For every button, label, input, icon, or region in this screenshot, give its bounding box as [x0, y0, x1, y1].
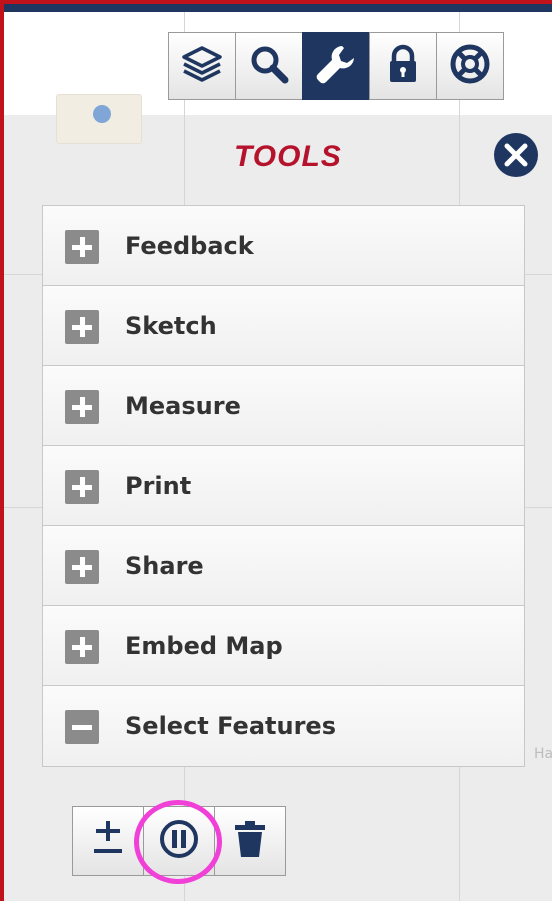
select-features-toolbar	[72, 806, 286, 876]
tool-item-label: Measure	[125, 392, 241, 420]
pause-icon	[157, 817, 201, 865]
expand-plus-icon[interactable]	[65, 390, 99, 424]
lifebuoy-icon	[448, 42, 492, 90]
tool-item-select-features[interactable]: Select Features	[43, 686, 524, 766]
close-icon	[491, 132, 541, 182]
plus-minus-icon	[86, 817, 130, 865]
main-toolbar	[168, 32, 504, 102]
search-icon	[247, 42, 291, 90]
lock-button[interactable]	[369, 32, 437, 100]
clear-selection-button[interactable]	[214, 806, 286, 876]
help-button[interactable]	[436, 32, 504, 100]
expand-plus-icon[interactable]	[65, 230, 99, 264]
tool-item-sketch[interactable]: Sketch	[43, 286, 524, 366]
tool-item-label: Select Features	[125, 712, 336, 740]
lock-icon	[381, 42, 425, 90]
tool-item-print[interactable]: Print	[43, 446, 524, 526]
expand-plus-icon[interactable]	[65, 550, 99, 584]
map-marker[interactable]	[56, 94, 142, 144]
top-bar	[4, 4, 552, 12]
tool-item-label: Sketch	[125, 312, 217, 340]
add-remove-selection-button[interactable]	[72, 806, 144, 876]
trash-icon	[228, 817, 272, 865]
tool-item-label: Embed Map	[125, 632, 283, 660]
map-place-label: Ha	[534, 746, 552, 762]
tools-button[interactable]	[302, 32, 370, 100]
expand-plus-icon[interactable]	[65, 470, 99, 504]
pause-selection-button[interactable]	[143, 806, 215, 876]
layers-icon	[180, 42, 224, 90]
panel-title: TOOLS	[234, 140, 342, 173]
tool-item-share[interactable]: Share	[43, 526, 524, 606]
tool-item-feedback[interactable]: Feedback	[43, 206, 524, 286]
tool-item-label: Print	[125, 472, 192, 500]
wrench-icon	[314, 42, 358, 90]
tools-accordion: Feedback Sketch Measure Print Share Embe…	[42, 205, 525, 767]
tool-item-label: Feedback	[125, 232, 254, 260]
tool-item-embed-map[interactable]: Embed Map	[43, 606, 524, 686]
expand-plus-icon[interactable]	[65, 310, 99, 344]
tool-item-label: Share	[125, 552, 204, 580]
close-button[interactable]	[491, 132, 541, 182]
expand-plus-icon[interactable]	[65, 630, 99, 664]
tool-item-measure[interactable]: Measure	[43, 366, 524, 446]
collapse-minus-icon[interactable]	[65, 710, 99, 744]
layers-button[interactable]	[168, 32, 236, 100]
search-button[interactable]	[235, 32, 303, 100]
